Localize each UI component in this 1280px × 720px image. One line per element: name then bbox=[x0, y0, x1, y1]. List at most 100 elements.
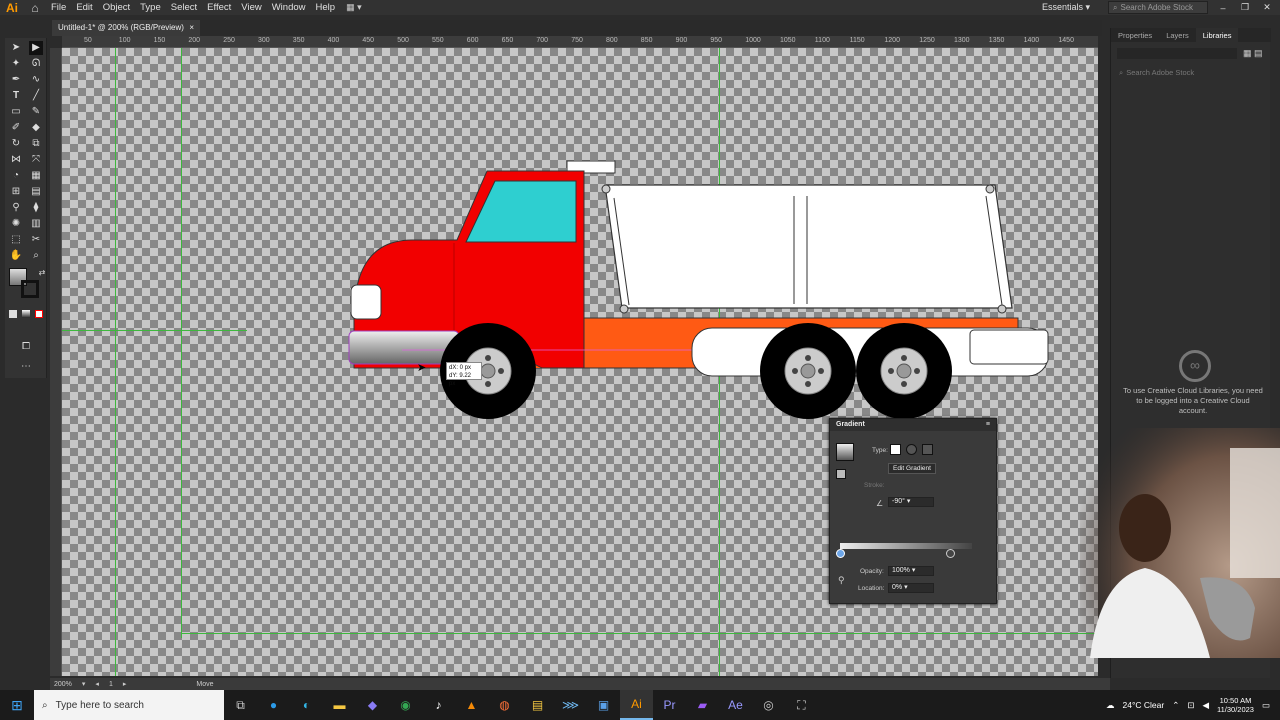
grid-view-icon[interactable]: ▦ ▤ bbox=[1243, 48, 1263, 59]
linear-gradient-button[interactable] bbox=[890, 444, 901, 455]
artboard-next-icon[interactable]: ▸ bbox=[123, 680, 127, 688]
after-effects-icon[interactable]: Ae bbox=[719, 698, 752, 712]
app-icon[interactable]: ⋙ bbox=[554, 698, 587, 712]
tray-chevron-icon[interactable]: ⌃ bbox=[1172, 700, 1179, 711]
stroke-swatch[interactable] bbox=[21, 280, 39, 298]
weather-text[interactable]: 24°C Clear bbox=[1123, 700, 1165, 710]
tab-layers[interactable]: Layers bbox=[1159, 28, 1196, 42]
freeform-gradient-button[interactable] bbox=[922, 444, 933, 455]
menu-window[interactable]: Window bbox=[267, 2, 311, 13]
angle-field[interactable]: -90° ▾ bbox=[888, 497, 934, 507]
minimize-icon[interactable]: – bbox=[1216, 3, 1230, 13]
gradient-panel-header[interactable]: Gradient ≡ bbox=[830, 419, 996, 431]
radial-gradient-button[interactable] bbox=[906, 444, 917, 455]
tab-libraries[interactable]: Libraries bbox=[1195, 28, 1239, 42]
winrar-icon[interactable]: ▤ bbox=[521, 698, 554, 712]
line-tool-icon[interactable]: ╱ bbox=[29, 89, 43, 103]
lasso-icon[interactable]: ᘏ bbox=[29, 57, 43, 71]
menu-edit[interactable]: Edit bbox=[71, 2, 97, 13]
arrange-documents-icon[interactable]: ▦ ▾ bbox=[340, 2, 368, 13]
workspace-switcher[interactable]: Essentials ▾ bbox=[1042, 2, 1100, 13]
scale-tool-icon[interactable]: ⧉ bbox=[29, 137, 43, 151]
blend-tool-icon[interactable]: ⧫ bbox=[29, 201, 43, 215]
close-tab-icon[interactable]: × bbox=[189, 23, 194, 33]
eyedropper-icon[interactable]: ⚲ bbox=[9, 201, 23, 215]
perspective-grid-icon[interactable]: ▦ bbox=[29, 169, 43, 183]
close-icon[interactable]: ✕ bbox=[1260, 2, 1274, 13]
free-transform-icon[interactable]: ⤧ bbox=[29, 153, 43, 167]
rear-wheel-2[interactable] bbox=[856, 323, 952, 419]
pen-tool-icon[interactable]: ✒ bbox=[9, 73, 23, 87]
app-icon[interactable]: ◆ bbox=[356, 698, 389, 712]
chrome-icon[interactable]: ◉ bbox=[389, 698, 422, 712]
panel-menu-icon[interactable]: ≡ bbox=[986, 421, 990, 429]
zoom-tool-icon[interactable]: ⌕ bbox=[29, 249, 43, 263]
network-icon[interactable]: ⊡ bbox=[1187, 700, 1194, 711]
mesh-tool-icon[interactable]: ⊞ bbox=[9, 185, 23, 199]
none-mode-icon[interactable] bbox=[35, 310, 43, 318]
menu-object[interactable]: Object bbox=[98, 2, 135, 13]
hand-tool-icon[interactable]: ✋ bbox=[9, 249, 23, 263]
eyedropper-icon[interactable]: ⚲ bbox=[838, 575, 845, 586]
gradient-tool-icon[interactable]: ▤ bbox=[29, 185, 43, 199]
more-tools-icon[interactable]: ⋯ bbox=[19, 360, 33, 374]
eraser-icon[interactable]: ◆ bbox=[29, 121, 43, 135]
restore-icon[interactable]: ❐ bbox=[1238, 2, 1252, 13]
volume-icon[interactable]: ◀ bbox=[1202, 700, 1209, 711]
vlc-icon[interactable]: ▲ bbox=[455, 698, 488, 712]
swap-fill-stroke-icon[interactable]: ⇄ bbox=[35, 266, 49, 280]
premiere-icon[interactable]: Pr bbox=[653, 698, 686, 712]
gradient-stop-left[interactable] bbox=[836, 549, 845, 558]
search-stock-input[interactable]: ⌕ Search Adobe Stock bbox=[1108, 1, 1208, 14]
taskbar-search[interactable]: ⌕ Type here to search bbox=[34, 690, 224, 720]
gradient-slider[interactable] bbox=[840, 543, 972, 549]
direct-selection-tool-icon[interactable]: ▶ bbox=[29, 41, 43, 55]
firefox-icon[interactable]: ◍ bbox=[488, 698, 521, 712]
slice-tool-icon[interactable]: ✂ bbox=[29, 233, 43, 247]
magic-wand-icon[interactable]: ✦ bbox=[9, 57, 23, 71]
edit-gradient-button[interactable]: Edit Gradient bbox=[888, 463, 936, 474]
illustrator-taskbar-icon[interactable]: Ai bbox=[620, 690, 653, 720]
system-clock[interactable]: 10:50 AM 11/30/2023 bbox=[1217, 696, 1254, 714]
opacity-field[interactable]: 100% ▾ bbox=[888, 566, 934, 576]
color-mode-icon[interactable] bbox=[9, 310, 17, 318]
windows-start-icon[interactable]: ⊞ bbox=[0, 697, 34, 714]
column-graph-icon[interactable]: ▥ bbox=[29, 217, 43, 231]
gradient-stop-right[interactable] bbox=[946, 549, 955, 558]
symbol-sprayer-icon[interactable]: ✺ bbox=[9, 217, 23, 231]
menu-file[interactable]: File bbox=[46, 2, 71, 13]
fill-stroke-mini-swatch[interactable] bbox=[836, 469, 846, 479]
skype-icon[interactable]: ● bbox=[257, 698, 290, 712]
selection-tool-icon[interactable]: ➤ bbox=[9, 41, 23, 55]
rotate-tool-icon[interactable]: ↻ bbox=[9, 137, 23, 151]
notification-icon[interactable]: ▭ bbox=[1262, 700, 1270, 711]
curvature-tool-icon[interactable]: ∿ bbox=[29, 73, 43, 87]
document-tab[interactable]: Untitled-1* @ 200% (RGB/Preview) × bbox=[52, 20, 200, 36]
library-dropdown[interactable] bbox=[1117, 48, 1237, 59]
tiktok-icon[interactable]: ♪ bbox=[422, 698, 455, 712]
dump-box[interactable] bbox=[604, 184, 1013, 309]
shaper-tool-icon[interactable]: ✐ bbox=[9, 121, 23, 135]
menu-type[interactable]: Type bbox=[135, 2, 166, 13]
menu-help[interactable]: Help bbox=[311, 2, 341, 13]
tab-properties[interactable]: Properties bbox=[1111, 28, 1159, 42]
vertical-ruler[interactable] bbox=[50, 48, 62, 676]
library-search-input[interactable]: ⌕ Search Adobe Stock bbox=[1117, 68, 1265, 80]
store-icon[interactable]: ▣ bbox=[587, 698, 620, 712]
menu-select[interactable]: Select bbox=[166, 2, 202, 13]
shape-builder-icon[interactable]: ◔ bbox=[9, 169, 23, 183]
location-field[interactable]: 0% ▾ bbox=[888, 583, 934, 593]
artboard-prev-icon[interactable]: ◂ bbox=[95, 680, 99, 688]
rectangle-tool-icon[interactable]: ▭ bbox=[9, 105, 23, 119]
menu-effect[interactable]: Effect bbox=[202, 2, 236, 13]
task-view-icon[interactable]: ⧉ bbox=[224, 698, 257, 713]
app-icon[interactable]: ▰ bbox=[686, 698, 719, 712]
width-tool-icon[interactable]: ⋈ bbox=[9, 153, 23, 167]
type-tool-icon[interactable]: T bbox=[9, 89, 23, 103]
zoom-dropdown-icon[interactable]: ▾ bbox=[82, 680, 86, 688]
edge-icon[interactable]: ◐ bbox=[290, 698, 323, 712]
gradient-preview-swatch[interactable] bbox=[836, 443, 854, 461]
file-explorer-icon[interactable]: ▬ bbox=[323, 698, 356, 712]
horizontal-ruler[interactable]: 50 100 150 200 250 300 350 400 450 500 550 600 650 70… bbox=[62, 36, 1098, 48]
home-icon[interactable]: ⌂ bbox=[24, 1, 46, 15]
